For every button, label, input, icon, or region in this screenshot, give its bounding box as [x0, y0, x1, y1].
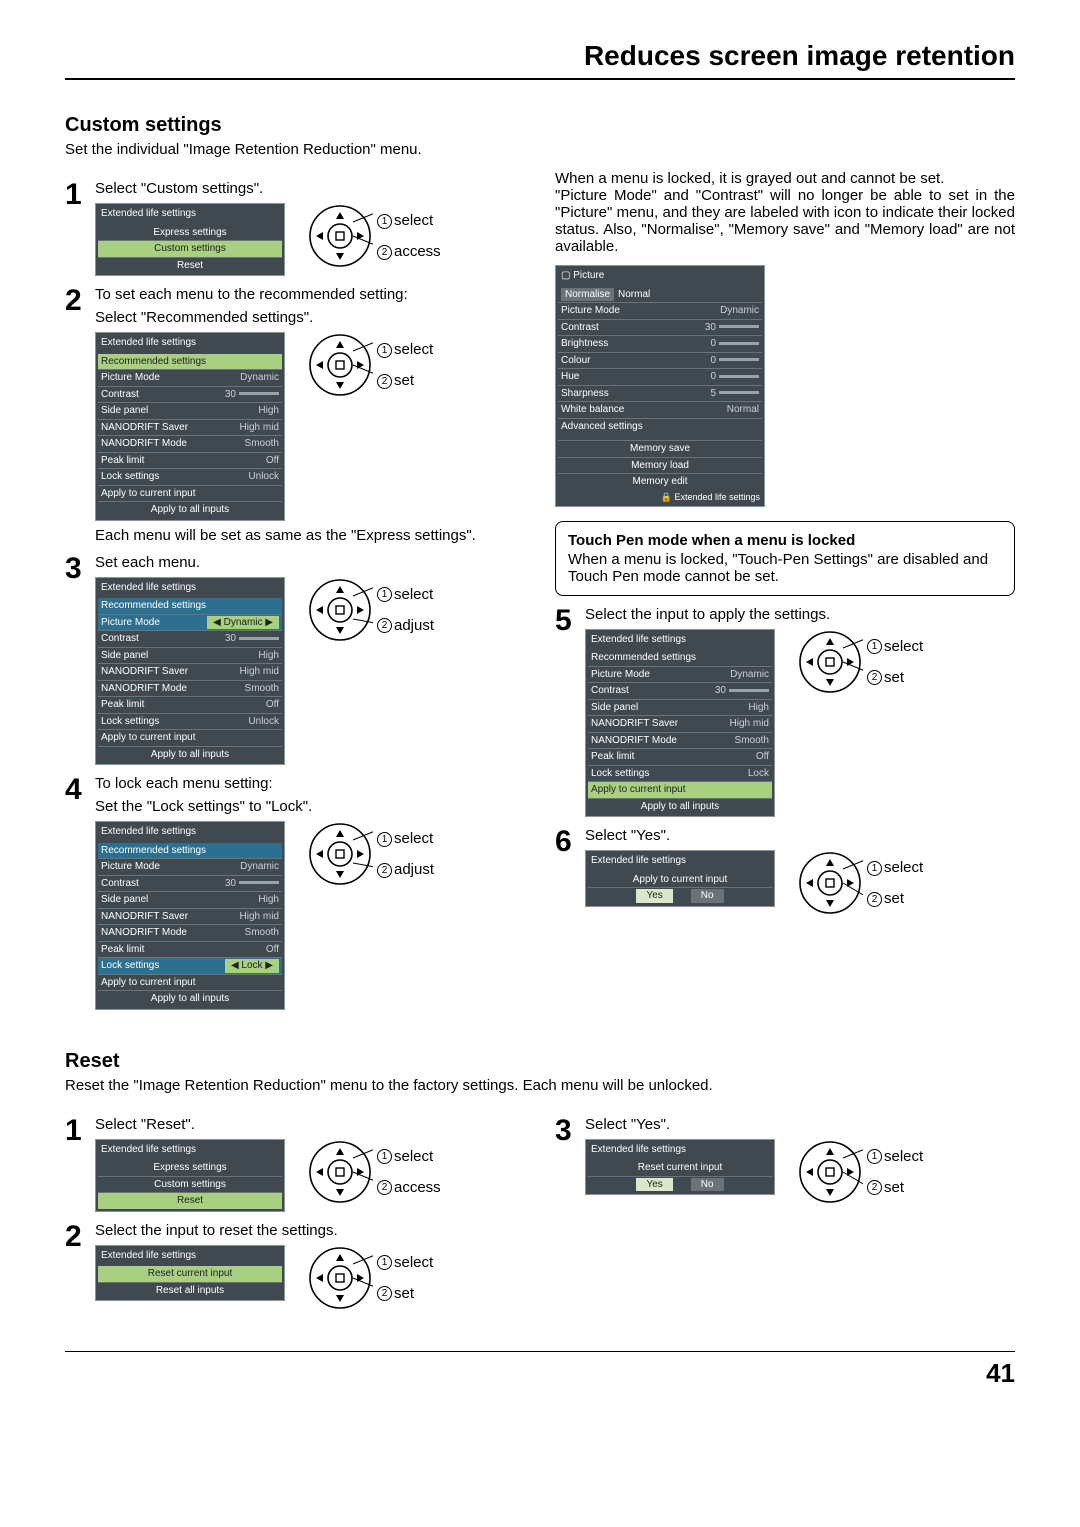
step-text: Select "Yes".: [585, 827, 1015, 844]
remote-step2: 1select 2set: [307, 332, 433, 398]
step-number: 2: [65, 1222, 87, 1252]
page-number: 41: [65, 1358, 1015, 1389]
remote-reset2: 1select 2set: [307, 1245, 433, 1311]
remote-step6: 1select 2set: [797, 850, 923, 916]
osd-picture: ▢ Picture NormaliseNormal Picture ModeDy…: [555, 265, 765, 507]
lock-note: When a menu is locked, it is grayed out …: [555, 170, 1015, 255]
step-number: 5: [555, 606, 577, 636]
custom-heading: Custom settings: [65, 114, 1015, 137]
step-number: 1: [65, 180, 87, 210]
remote-reset1: 1select 2access: [307, 1139, 441, 1205]
step-text: Set each menu.: [95, 554, 525, 571]
osd-reset-2: Extended life settings Reset current inp…: [95, 1245, 285, 1302]
reset-lead: Reset the "Image Retention Reduction" me…: [65, 1077, 1015, 1094]
step-text: To set each menu to the recommended sett…: [95, 286, 525, 303]
remote-reset3: 1select 2set: [797, 1139, 923, 1205]
step-text: Select "Yes".: [585, 1116, 1015, 1133]
step-number: 1: [65, 1116, 87, 1146]
remote-step5: 1select 2set: [797, 629, 923, 695]
step-text: Select the input to reset the settings.: [95, 1222, 525, 1239]
remote-step3: 1select 2adjust: [307, 577, 434, 643]
step-number: 4: [65, 775, 87, 805]
step-text: Select the input to apply the settings.: [585, 606, 1015, 623]
step-text: Select "Reset".: [95, 1116, 525, 1133]
osd-ext-life-5: Extended life settings Recommended setti…: [585, 629, 775, 818]
step-text: Set the "Lock settings" to "Lock".: [95, 798, 525, 815]
osd-reset-3: Extended life settings Reset current inp…: [585, 1139, 775, 1196]
step-text: Select "Recommended settings".: [95, 309, 525, 326]
osd-ext-life-6: Extended life settings Apply to current …: [585, 850, 775, 907]
reset-heading: Reset: [65, 1050, 1015, 1073]
step-text: Select "Custom settings".: [95, 180, 525, 197]
step-number: 6: [555, 827, 577, 857]
remote-step4: 1select 2adjust: [307, 821, 434, 887]
custom-lead: Set the individual "Image Retention Redu…: [65, 141, 1015, 158]
step-number: 3: [555, 1116, 577, 1146]
step2-note: Each menu will be set as same as the "Ex…: [95, 527, 525, 544]
osd-ext-life-3: Extended life settings Recommended setti…: [95, 577, 285, 766]
remote-step1: 1select 2access: [307, 203, 441, 269]
rule-top: [65, 78, 1015, 80]
touchpen-box: Touch Pen mode when a menu is locked Whe…: [555, 521, 1015, 596]
osd-ext-life-4: Extended life settings Recommended setti…: [95, 821, 285, 1010]
osd-ext-life-2: Extended life settings Recommended setti…: [95, 332, 285, 521]
rule-bottom: [65, 1351, 1015, 1352]
step-text: To lock each menu setting:: [95, 775, 525, 792]
page-title: Reduces screen image retention: [65, 40, 1015, 72]
step-number: 2: [65, 286, 87, 316]
osd-reset-1: Extended life settings Express settings …: [95, 1139, 285, 1212]
step-number: 3: [65, 554, 87, 584]
osd-ext-life-1: Extended life settings Express settings …: [95, 203, 285, 276]
